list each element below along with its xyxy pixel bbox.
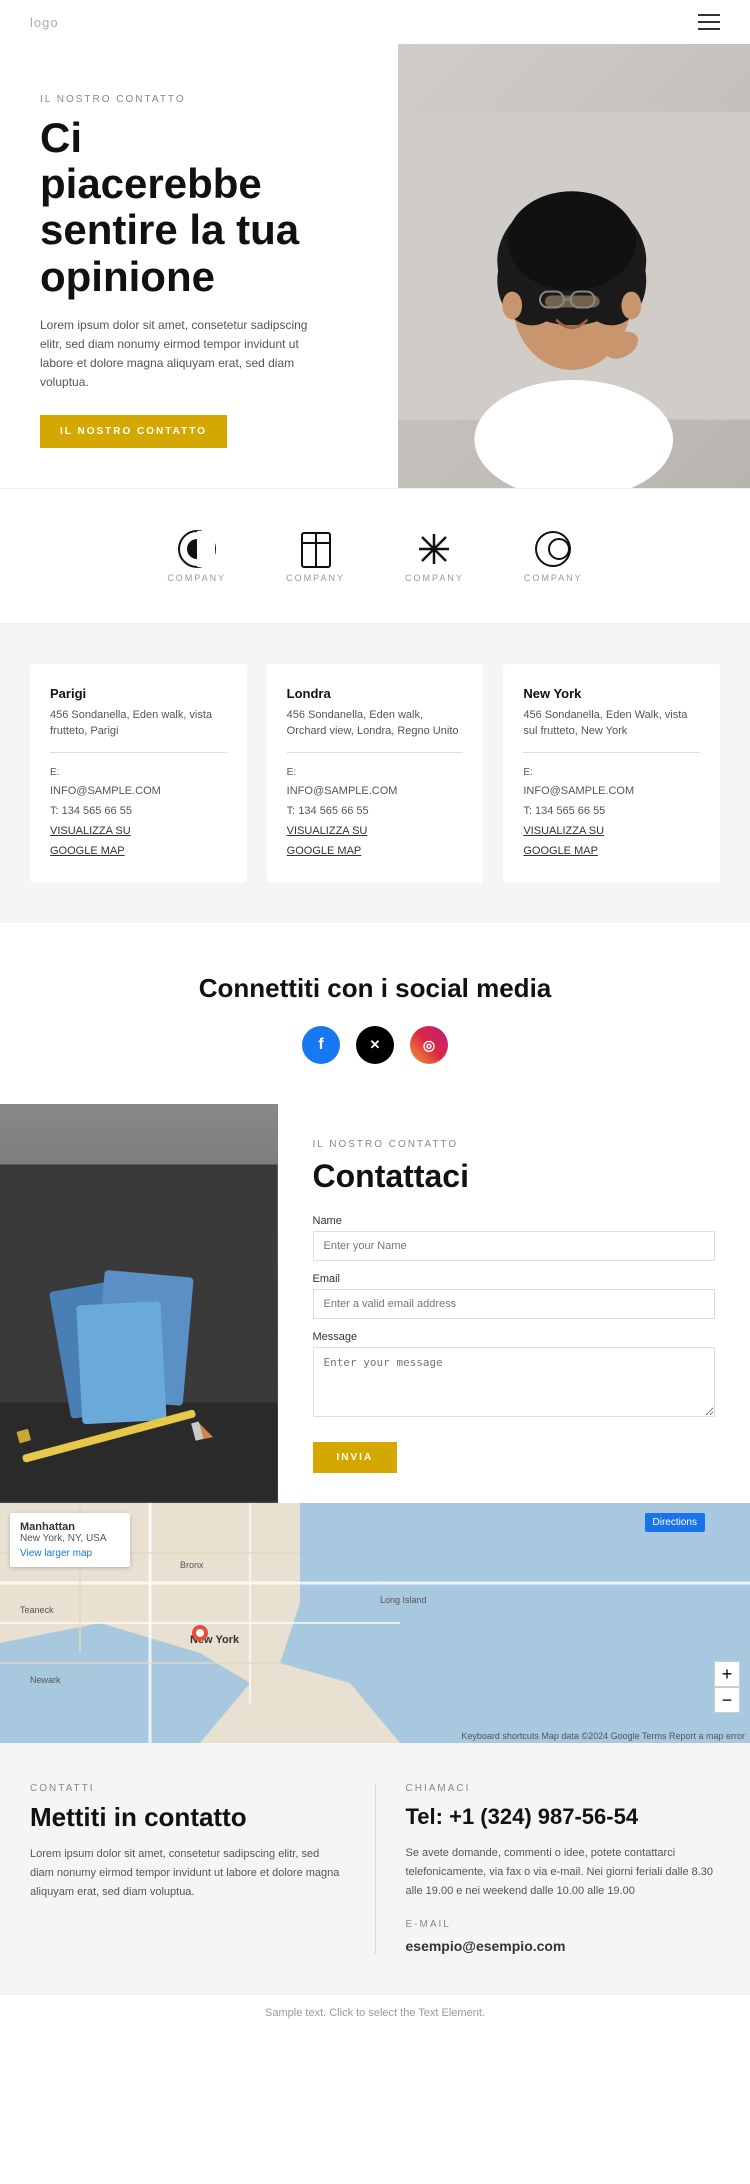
name-label: Name xyxy=(313,1215,716,1227)
email-input[interactable] xyxy=(313,1289,716,1319)
office-map-link-1b[interactable]: GOOGLE MAP xyxy=(50,845,125,857)
phone-number: Tel: +1 (324) 987-56-54 xyxy=(406,1804,721,1830)
logo-item-3: COMPANY xyxy=(405,529,464,583)
social-title: Connettiti con i social media xyxy=(30,973,720,1004)
logo-label-1: COMPANY xyxy=(167,573,226,583)
twitter-icon[interactable]: ✕ xyxy=(356,1026,394,1064)
hamburger-line xyxy=(698,28,720,30)
logo-label-2: COMPANY xyxy=(286,573,345,583)
svg-text:Teaneck: Teaneck xyxy=(20,1605,54,1615)
logo: logo xyxy=(30,15,59,30)
company-logo-2 xyxy=(296,529,336,569)
view-larger-map-link[interactable]: View larger map xyxy=(20,1548,92,1559)
form-title: Contattaci xyxy=(313,1158,716,1195)
bottom-left-tag: CONTATTI xyxy=(30,1783,345,1794)
company-logo-3 xyxy=(414,529,454,569)
contact-form: IL NOSTRO CONTATTO Contattaci Name Email… xyxy=(278,1104,750,1503)
map-location-name: Manhattan xyxy=(20,1521,120,1533)
contact-image xyxy=(0,1104,278,1503)
footer-text: Sample text. Click to select the Text El… xyxy=(30,2007,720,2019)
hero-section: IL NOSTRO CONTATTO Ci piacerebbe sentire… xyxy=(0,44,750,488)
office-address-1: 456 Sondanella, Eden walk, vista fruttet… xyxy=(50,707,227,740)
office-map-link-2b[interactable]: GOOGLE MAP xyxy=(287,845,362,857)
office-contact-2: E: INFO@SAMPLE.COM T: 134 565 66 55 VISU… xyxy=(287,763,464,862)
hero-subtitle: IL NOSTRO CONTATTO xyxy=(40,94,368,105)
hero-portrait xyxy=(398,44,750,488)
svg-text:Newark: Newark xyxy=(30,1675,61,1685)
name-input[interactable] xyxy=(313,1231,716,1261)
office-newyork: New York 456 Sondanella, Eden Walk, vist… xyxy=(503,664,720,884)
office-londra: Londra 456 Sondanella, Eden walk, Orchar… xyxy=(267,664,484,884)
office-city-1: Parigi xyxy=(50,686,227,701)
hero-cta-button[interactable]: IL NOSTRO CONTATTO xyxy=(40,415,227,448)
call-label: CHIAMACI xyxy=(406,1783,721,1794)
office-city-2: Londra xyxy=(287,686,464,701)
hamburger-line xyxy=(698,21,720,23)
office-map-link-1[interactable]: VISUALIZZA SU xyxy=(50,825,131,837)
logo-item-2: COMPANY xyxy=(286,529,345,583)
office-map-link-3b[interactable]: GOOGLE MAP xyxy=(523,845,598,857)
email-section-label: E-MAIL xyxy=(406,1919,721,1930)
hero-title: Ci piacerebbe sentire la tua opinione xyxy=(40,115,368,300)
email-address: esempio@esempio.com xyxy=(406,1938,721,1954)
hero-image xyxy=(398,44,750,488)
form-subtitle: IL NOSTRO CONTATTO xyxy=(313,1139,716,1150)
svg-text:Bronx: Bronx xyxy=(180,1560,204,1570)
email-field-group: Email xyxy=(313,1273,716,1319)
zoom-in-button[interactable]: + xyxy=(714,1661,740,1687)
zoom-out-button[interactable]: − xyxy=(714,1687,740,1713)
message-textarea[interactable] xyxy=(313,1347,716,1417)
company-logo-1 xyxy=(177,529,217,569)
bottom-left-title: Mettiti in contatto xyxy=(30,1802,345,1833)
message-label: Message xyxy=(313,1331,716,1343)
map-section: Yonkers Bronx New York Long Island Newar… xyxy=(0,1503,750,1743)
office-map-link-3[interactable]: VISUALIZZA SU xyxy=(523,825,604,837)
office-map-link-2[interactable]: VISUALIZZA SU xyxy=(287,825,368,837)
message-field-group: Message xyxy=(313,1331,716,1422)
logo-label-4: COMPANY xyxy=(524,573,583,583)
map-zoom-controls: + − xyxy=(714,1661,740,1713)
map-overlay: Manhattan New York, NY, USA View larger … xyxy=(10,1513,130,1567)
hero-content: IL NOSTRO CONTATTO Ci piacerebbe sentire… xyxy=(0,44,398,488)
logo-label-3: COMPANY xyxy=(405,573,464,583)
office-contact-1: E: INFO@SAMPLE.COM T: 134 565 66 55 VISU… xyxy=(50,763,227,862)
bottom-left: CONTATTI Mettiti in contatto Lorem ipsum… xyxy=(30,1783,375,1953)
footer: Sample text. Click to select the Text El… xyxy=(0,1994,750,2031)
bottom-right: CHIAMACI Tel: +1 (324) 987-56-54 Se avet… xyxy=(375,1783,721,1953)
logo-item-4: COMPANY xyxy=(524,529,583,583)
hamburger-line xyxy=(698,14,720,16)
offices-grid: Parigi 456 Sondanella, Eden walk, vista … xyxy=(30,664,720,884)
contact-illustration xyxy=(0,1163,278,1503)
social-section: Connettiti con i social media f ✕ ◎ xyxy=(0,923,750,1104)
svg-text:Long Island: Long Island xyxy=(380,1595,427,1605)
header: logo xyxy=(0,0,750,44)
office-contact-3: E: INFO@SAMPLE.COM T: 134 565 66 55 VISU… xyxy=(523,763,700,862)
facebook-icon[interactable]: f xyxy=(302,1026,340,1064)
office-parigi: Parigi 456 Sondanella, Eden walk, vista … xyxy=(30,664,247,884)
company-logo-4 xyxy=(533,529,573,569)
submit-button[interactable]: INVIA xyxy=(313,1442,398,1473)
office-city-3: New York xyxy=(523,686,700,701)
map-attribution: Keyboard shortcuts Map data ©2024 Google… xyxy=(461,1731,745,1741)
contact-form-section: IL NOSTRO CONTATTO Contattaci Name Email… xyxy=(0,1104,750,1503)
bottom-section: CONTATTI Mettiti in contatto Lorem ipsum… xyxy=(0,1743,750,1993)
social-icons: f ✕ ◎ xyxy=(30,1026,720,1064)
map-location-sub: New York, NY, USA xyxy=(20,1533,120,1544)
logos-section: COMPANY COMPANY COMPANY COMPANY xyxy=(0,488,750,624)
hero-description: Lorem ipsum dolor sit amet, consetetur s… xyxy=(40,316,320,393)
office-address-2: 456 Sondanella, Eden walk, Orchard view,… xyxy=(287,707,464,740)
bottom-left-desc: Lorem ipsum dolor sit amet, consetetur s… xyxy=(30,1845,345,1901)
logo-item-1: COMPANY xyxy=(167,529,226,583)
email-label: Email xyxy=(313,1273,716,1285)
instagram-icon[interactable]: ◎ xyxy=(410,1026,448,1064)
offices-section: Parigi 456 Sondanella, Eden walk, vista … xyxy=(0,624,750,924)
call-description: Se avete domande, commenti o idee, potet… xyxy=(406,1844,721,1900)
office-address-3: 456 Sondanella, Eden Walk, vista sul fru… xyxy=(523,707,700,740)
map-placeholder: Yonkers Bronx New York Long Island Newar… xyxy=(0,1503,750,1743)
name-field-group: Name xyxy=(313,1215,716,1261)
hamburger-menu[interactable] xyxy=(698,14,720,30)
directions-button[interactable]: Directions xyxy=(645,1513,705,1532)
